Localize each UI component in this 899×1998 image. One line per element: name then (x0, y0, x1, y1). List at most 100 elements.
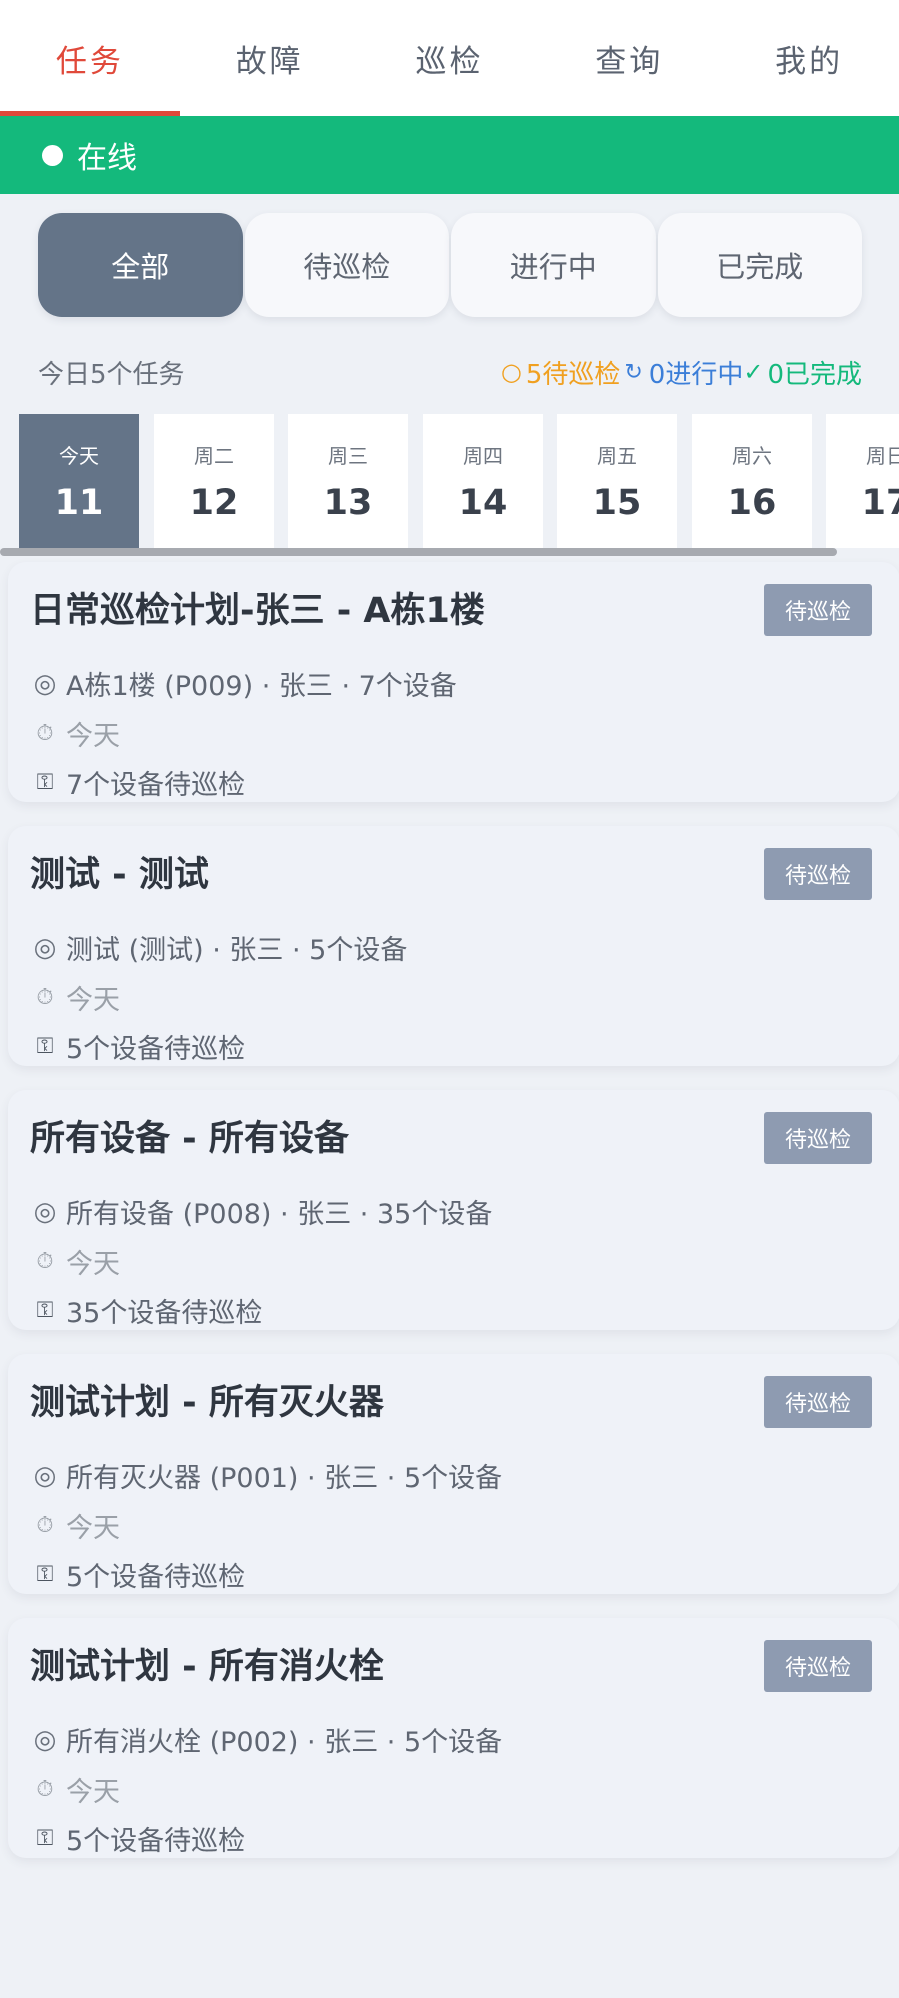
task-time-line: ⏱ 今天 (30, 978, 120, 1017)
task-devices-line: ⚿ 5个设备待巡检 (30, 1555, 246, 1594)
location-icon: ◎ (33, 1460, 57, 1491)
timer-icon: ⏱ (36, 1777, 54, 1802)
top-nav: 任务 故障 巡检 查询 我的 (0, 0, 899, 116)
status-badge: 待巡检 (764, 584, 872, 636)
task-location: 所有消火栓 (P002) · 张三 · 5个设备 (66, 1727, 503, 1758)
timer-icon: ⏱ (36, 1249, 54, 1274)
status-badge: 待巡检 (764, 1112, 872, 1164)
key-icon: ⚿ (36, 1562, 54, 1587)
task-summary: 今日5个任务 ○ 5待巡检 ↻ 0进行中 ✓ 0已完成 (38, 350, 862, 394)
status-label: 在线 (77, 141, 137, 176)
task-time: 今天 (66, 1249, 120, 1280)
task-card[interactable]: 测试 - 测试 待巡检 ◎ 测试 (测试) · 张三 · 5个设备 ⏱ 今天 ⚿… (8, 826, 899, 1066)
key-icon: ⚿ (36, 770, 54, 795)
status-dot-icon (42, 144, 63, 166)
filter-pending[interactable]: 待巡检 (244, 213, 449, 317)
task-location: 所有设备 (P008) · 张三 · 35个设备 (66, 1199, 493, 1230)
task-location: A栋1楼 (P009) · 张三 · 7个设备 (66, 671, 457, 702)
task-count: 今日5个任务 (38, 359, 185, 390)
date-day: 13 (323, 483, 373, 523)
filter-in-progress[interactable]: 进行中 (451, 213, 656, 317)
date-day: 17 (861, 483, 899, 523)
task-time-line: ⏱ 今天 (30, 714, 120, 753)
task-devices-line: ⚿ 7个设备待巡检 (30, 763, 246, 802)
date-day: 11 (54, 483, 104, 523)
status-filter: 全部 待巡检 进行中 已完成 (38, 213, 862, 317)
task-devices-line: ⚿ 5个设备待巡检 (30, 1027, 246, 1066)
task-devices-line: ⚿ 5个设备待巡检 (30, 1819, 246, 1858)
date-day: 12 (189, 483, 239, 523)
task-location-line: ◎ 测试 (测试) · 张三 · 5个设备 (30, 928, 408, 967)
task-title: 测试计划 - 所有消火栓 (30, 1647, 384, 1687)
task-time: 今天 (66, 721, 120, 752)
task-title: 测试 - 测试 (30, 855, 209, 895)
tab-query[interactable]: 查询 (539, 0, 719, 116)
task-devices-line: ⚿ 35个设备待巡检 (30, 1291, 263, 1330)
status-badge: 待巡检 (764, 848, 872, 900)
online-status-bar: 在线 (0, 116, 899, 194)
task-title: 测试计划 - 所有灭火器 (30, 1383, 384, 1423)
date-day: 14 (458, 483, 508, 523)
task-location: 所有灭火器 (P001) · 张三 · 5个设备 (66, 1463, 503, 1494)
completed-count: 0已完成 (767, 359, 862, 390)
location-icon: ◎ (33, 932, 57, 963)
date-item-today[interactable]: 今天 11 (19, 414, 139, 548)
in-progress-count: 0进行中 (648, 359, 744, 390)
tab-tasks[interactable]: 任务 (0, 0, 180, 116)
filter-completed[interactable]: 已完成 (657, 213, 862, 317)
tab-faults[interactable]: 故障 (180, 0, 360, 116)
task-time-line: ⏱ 今天 (30, 1242, 120, 1281)
refresh-icon: ↻ (624, 359, 643, 385)
date-item[interactable]: 周六 16 (692, 414, 812, 548)
date-weekday: 周日 (866, 444, 899, 468)
task-location-line: ◎ 所有设备 (P008) · 张三 · 35个设备 (30, 1192, 493, 1231)
location-icon: ◎ (33, 1724, 57, 1755)
key-icon: ⚿ (36, 1298, 54, 1323)
task-card[interactable]: 日常巡检计划-张三 - A栋1楼 待巡检 ◎ A栋1楼 (P009) · 张三 … (8, 562, 899, 802)
pending-circle-icon: ○ (500, 358, 522, 386)
key-icon: ⚿ (36, 1826, 54, 1851)
date-strip: 今天 11 周二 12 周三 13 周四 14 周五 15 周六 16 周日 1… (0, 414, 899, 548)
task-location-line: ◎ 所有灭火器 (P001) · 张三 · 5个设备 (30, 1456, 502, 1495)
task-devices: 35个设备待巡检 (66, 1298, 263, 1329)
task-stats: ○ 5待巡检 ↻ 0进行中 ✓ 0已完成 (501, 354, 862, 391)
task-devices: 5个设备待巡检 (66, 1826, 246, 1857)
task-location-line: ◎ 所有消火栓 (P002) · 张三 · 5个设备 (30, 1720, 502, 1759)
date-item[interactable]: 周三 13 (288, 414, 408, 548)
check-icon: ✓ (743, 358, 764, 386)
location-icon: ◎ (33, 668, 57, 699)
filter-all[interactable]: 全部 (38, 213, 243, 317)
task-time: 今天 (66, 985, 120, 1016)
date-item[interactable]: 周四 14 (423, 414, 543, 548)
tab-inspection[interactable]: 巡检 (360, 0, 540, 116)
date-weekday: 周五 (597, 444, 637, 468)
key-icon: ⚿ (36, 1034, 54, 1059)
date-item[interactable]: 周二 12 (154, 414, 274, 548)
date-day: 15 (592, 483, 642, 523)
location-icon: ◎ (33, 1196, 57, 1227)
date-strip-scrollbar[interactable] (0, 548, 837, 556)
timer-icon: ⏱ (36, 985, 54, 1010)
timer-icon: ⏱ (36, 721, 54, 746)
timer-icon: ⏱ (36, 1513, 54, 1538)
task-title: 所有设备 - 所有设备 (30, 1119, 349, 1159)
status-badge: 待巡检 (764, 1640, 872, 1692)
task-time: 今天 (66, 1777, 120, 1808)
task-time-line: ⏱ 今天 (30, 1506, 120, 1545)
status-badge: 待巡检 (764, 1376, 872, 1428)
task-devices: 5个设备待巡检 (66, 1562, 246, 1593)
task-location-line: ◎ A栋1楼 (P009) · 张三 · 7个设备 (30, 664, 457, 703)
task-card[interactable]: 测试计划 - 所有消火栓 待巡检 ◎ 所有消火栓 (P002) · 张三 · 5… (8, 1618, 899, 1858)
date-item[interactable]: 周日 17 (826, 414, 899, 548)
task-title: 日常巡检计划-张三 - A栋1楼 (30, 591, 485, 631)
task-card[interactable]: 测试计划 - 所有灭火器 待巡检 ◎ 所有灭火器 (P001) · 张三 · 5… (8, 1354, 899, 1594)
date-weekday: 周四 (463, 444, 503, 468)
tab-mine[interactable]: 我的 (719, 0, 899, 116)
date-item[interactable]: 周五 15 (557, 414, 677, 548)
task-location: 测试 (测试) · 张三 · 5个设备 (66, 935, 408, 966)
task-time: 今天 (66, 1513, 120, 1544)
task-devices: 5个设备待巡检 (66, 1034, 246, 1065)
date-weekday: 周三 (328, 444, 368, 468)
task-card[interactable]: 所有设备 - 所有设备 待巡检 ◎ 所有设备 (P008) · 张三 · 35个… (8, 1090, 899, 1330)
pending-count: 5待巡检 (525, 359, 621, 390)
